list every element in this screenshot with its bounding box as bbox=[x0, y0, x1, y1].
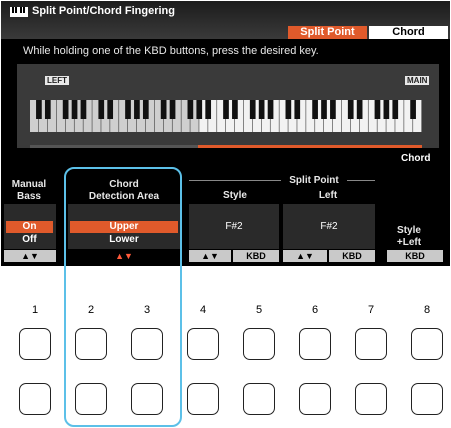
left-split-value: F#2 bbox=[320, 221, 338, 232]
panel-button-5-lower[interactable] bbox=[243, 383, 275, 415]
title-bar: Split Point/Chord Fingering Split Point … bbox=[1, 1, 450, 51]
button-number-6: 6 bbox=[311, 304, 319, 316]
panel-button-4-upper[interactable] bbox=[187, 328, 219, 360]
split-point-header: Split Point bbox=[289, 175, 339, 186]
panel-button-6-lower[interactable] bbox=[299, 383, 331, 415]
panel-button-1-lower[interactable] bbox=[19, 383, 51, 415]
keyboard-graphic[interactable] bbox=[30, 100, 422, 132]
left-header: Left bbox=[318, 190, 338, 201]
left-kbd-button[interactable]: KBD bbox=[329, 250, 375, 262]
main-tag: MAIN bbox=[405, 76, 430, 85]
button-number-1: 1 bbox=[31, 304, 39, 316]
style-left-label: Style +Left bbox=[396, 225, 422, 248]
tab-split-point[interactable]: Split Point bbox=[288, 26, 367, 39]
left-arrows[interactable]: ▲▼ bbox=[283, 250, 327, 262]
keyboard-icon bbox=[10, 7, 28, 17]
manual-bass-on[interactable]: On bbox=[6, 221, 53, 233]
panel-button-7-lower[interactable] bbox=[355, 383, 387, 415]
split-point-line-right bbox=[347, 180, 375, 181]
style-header: Style bbox=[223, 190, 247, 201]
page-title: Split Point/Chord Fingering bbox=[32, 5, 175, 17]
style-split-value: F#2 bbox=[225, 221, 243, 232]
button-number-5: 5 bbox=[255, 304, 263, 316]
tab-chord-fingering[interactable]: Chord Fingering bbox=[369, 26, 448, 51]
panel-button-7-upper[interactable] bbox=[355, 328, 387, 360]
button-number-4: 4 bbox=[199, 304, 207, 316]
panel-button-8-lower[interactable] bbox=[411, 383, 443, 415]
button-number-8: 8 bbox=[423, 304, 431, 316]
panel-button-4-lower[interactable] bbox=[187, 383, 219, 415]
panel-button-1-upper[interactable] bbox=[19, 328, 51, 360]
style-arrows[interactable]: ▲▼ bbox=[189, 250, 231, 262]
manual-bass-off[interactable]: Off bbox=[6, 234, 53, 246]
left-tag: LEFT bbox=[45, 76, 69, 85]
split-point-line-left bbox=[189, 180, 281, 181]
panel-button-8-upper[interactable] bbox=[411, 328, 443, 360]
manual-bass-arrows[interactable]: ▲▼ bbox=[4, 250, 56, 262]
panel-button-6-upper[interactable] bbox=[299, 328, 331, 360]
manual-bass-header: Manual Bass bbox=[11, 179, 47, 202]
chord-label: Chord bbox=[401, 153, 431, 164]
instruction-text: While holding one of the KBD buttons, pr… bbox=[23, 45, 319, 57]
style-left-kbd-button[interactable]: KBD bbox=[387, 250, 443, 262]
chord-range-indicator bbox=[198, 145, 422, 148]
chord-detection-highlight bbox=[64, 167, 182, 427]
button-number-7: 7 bbox=[367, 304, 375, 316]
panel-button-5-upper[interactable] bbox=[243, 328, 275, 360]
style-kbd-button[interactable]: KBD bbox=[233, 250, 279, 262]
